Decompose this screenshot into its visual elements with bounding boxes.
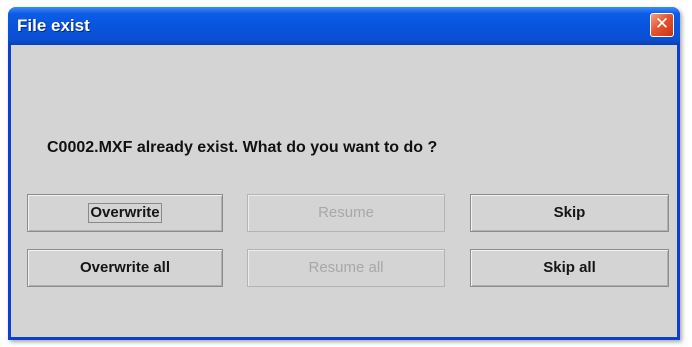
close-button[interactable]: ✕ bbox=[650, 13, 674, 37]
dialog-message: C0002.MXF already exist. What do you wan… bbox=[47, 139, 438, 156]
overwrite-all-button[interactable]: Overwrite all bbox=[27, 249, 223, 287]
resume-all-button: Resume all bbox=[247, 249, 445, 287]
overwrite-button-label: Overwrite bbox=[88, 203, 162, 223]
overwrite-button[interactable]: Overwrite bbox=[27, 194, 223, 232]
dialog-content: C0002.MXF already exist. What do you wan… bbox=[11, 45, 677, 337]
skip-button[interactable]: Skip bbox=[470, 194, 669, 232]
title-bar[interactable]: File exist ✕ bbox=[8, 7, 680, 45]
resume-button: Resume bbox=[247, 194, 445, 232]
file-exist-dialog: File exist ✕ C0002.MXF already exist. Wh… bbox=[8, 7, 680, 340]
close-icon: ✕ bbox=[654, 14, 670, 34]
dialog-title: File exist bbox=[17, 16, 90, 35]
skip-all-button[interactable]: Skip all bbox=[470, 249, 669, 287]
